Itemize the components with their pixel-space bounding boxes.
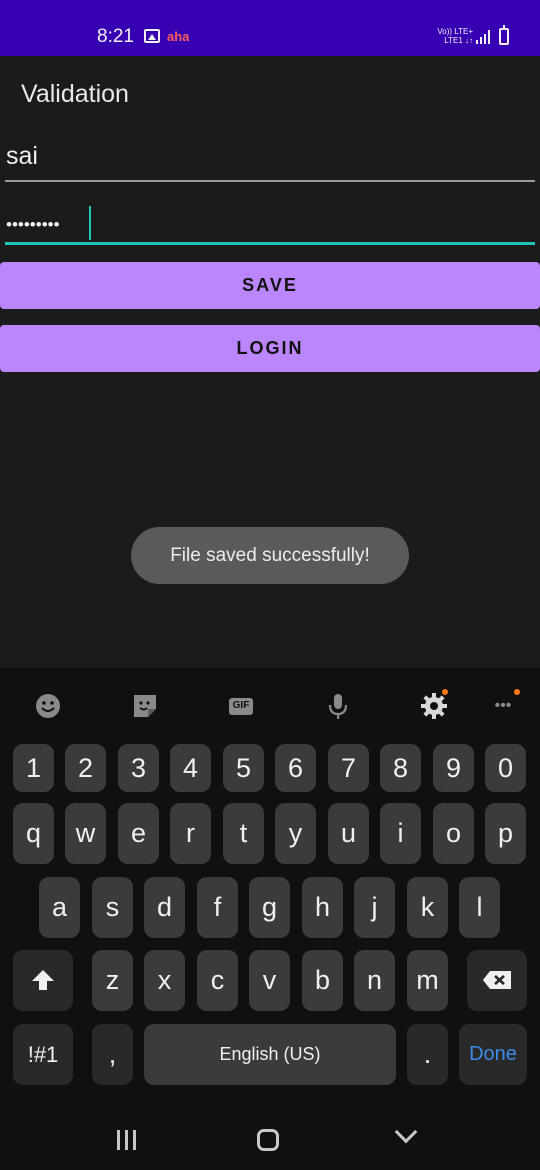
username-input[interactable]: sai <box>5 142 535 182</box>
space-key[interactable]: English (US) <box>144 1024 396 1085</box>
key-n[interactable]: n <box>354 950 395 1011</box>
home-icon[interactable] <box>257 1129 279 1151</box>
key-z[interactable]: z <box>92 950 133 1011</box>
key-9[interactable]: 9 <box>433 744 474 792</box>
password-input[interactable]: ••••••••• <box>5 204 535 245</box>
network-line-2: LTE1 ↓↑ <box>444 36 473 45</box>
shift-icon <box>32 970 54 990</box>
key-s[interactable]: s <box>92 877 133 938</box>
key-h[interactable]: h <box>302 877 343 938</box>
key-x[interactable]: x <box>144 950 185 1011</box>
status-time: 8:21 <box>97 26 134 47</box>
recents-icon[interactable] <box>117 1130 138 1150</box>
key-t[interactable]: t <box>223 803 264 864</box>
done-key[interactable]: Done <box>459 1024 527 1085</box>
back-icon[interactable] <box>394 1120 418 1144</box>
battery-icon <box>499 25 509 45</box>
save-button[interactable]: SAVE <box>0 262 540 309</box>
page-title: Validation <box>21 80 129 108</box>
username-value: sai <box>6 142 38 170</box>
key-f[interactable]: f <box>197 877 238 938</box>
key-w[interactable]: w <box>65 803 106 864</box>
key-7[interactable]: 7 <box>328 744 369 792</box>
status-bar: 8:21 aha Vo)) LTE+ LTE1 ↓↑ <box>0 0 540 56</box>
key-b[interactable]: b <box>302 950 343 1011</box>
more-options-button[interactable]: ••• <box>488 689 520 721</box>
key-e[interactable]: e <box>118 803 159 864</box>
key-0[interactable]: 0 <box>485 744 526 792</box>
network-line-1: Vo)) LTE+ <box>437 27 473 36</box>
comma-key[interactable]: , <box>92 1024 133 1085</box>
key-g[interactable]: g <box>249 877 290 938</box>
gif-label: GIF <box>232 700 250 711</box>
key-5[interactable]: 5 <box>223 744 264 792</box>
notification-dot <box>442 689 448 695</box>
key-j[interactable]: j <box>354 877 395 938</box>
gallery-icon <box>144 29 160 43</box>
toast-message: File saved successfully! <box>131 527 409 584</box>
keyboard: GIF ••• 1 2 3 4 5 6 7 8 9 0 q w e r t y … <box>0 668 540 1100</box>
key-y[interactable]: y <box>275 803 316 864</box>
key-r[interactable]: r <box>170 803 211 864</box>
emoji-icon[interactable] <box>33 691 63 721</box>
notification-dot <box>514 689 520 695</box>
shift-key[interactable] <box>13 950 73 1011</box>
navigation-bar <box>0 1100 540 1170</box>
key-a[interactable]: a <box>39 877 80 938</box>
period-key[interactable]: . <box>407 1024 448 1085</box>
microphone-icon[interactable] <box>323 691 353 721</box>
key-8[interactable]: 8 <box>380 744 421 792</box>
key-c[interactable]: c <box>197 950 238 1011</box>
key-2[interactable]: 2 <box>65 744 106 792</box>
more-label: ••• <box>494 697 512 714</box>
key-6[interactable]: 6 <box>275 744 316 792</box>
key-l[interactable]: l <box>459 877 500 938</box>
key-q[interactable]: q <box>13 803 54 864</box>
symbols-key[interactable]: !#1 <box>13 1024 73 1085</box>
key-o[interactable]: o <box>433 803 474 864</box>
key-4[interactable]: 4 <box>170 744 211 792</box>
login-button[interactable]: LOGIN <box>0 325 540 372</box>
network-indicator: Vo)) LTE+ LTE1 ↓↑ <box>431 27 473 45</box>
backspace-key[interactable] <box>467 950 527 1011</box>
key-i[interactable]: i <box>380 803 421 864</box>
carrier-badge: aha <box>167 29 190 44</box>
key-d[interactable]: d <box>144 877 185 938</box>
key-1[interactable]: 1 <box>13 744 54 792</box>
sticker-icon[interactable] <box>130 691 160 721</box>
gear-icon[interactable] <box>419 689 449 721</box>
backspace-icon <box>483 971 511 989</box>
key-m[interactable]: m <box>407 950 448 1011</box>
signal-icon <box>476 30 492 44</box>
key-k[interactable]: k <box>407 877 448 938</box>
key-3[interactable]: 3 <box>118 744 159 792</box>
gif-button[interactable]: GIF <box>226 691 256 721</box>
text-cursor <box>89 206 91 240</box>
key-v[interactable]: v <box>249 950 290 1011</box>
key-p[interactable]: p <box>485 803 526 864</box>
password-value: ••••••••• <box>6 215 60 234</box>
key-u[interactable]: u <box>328 803 369 864</box>
